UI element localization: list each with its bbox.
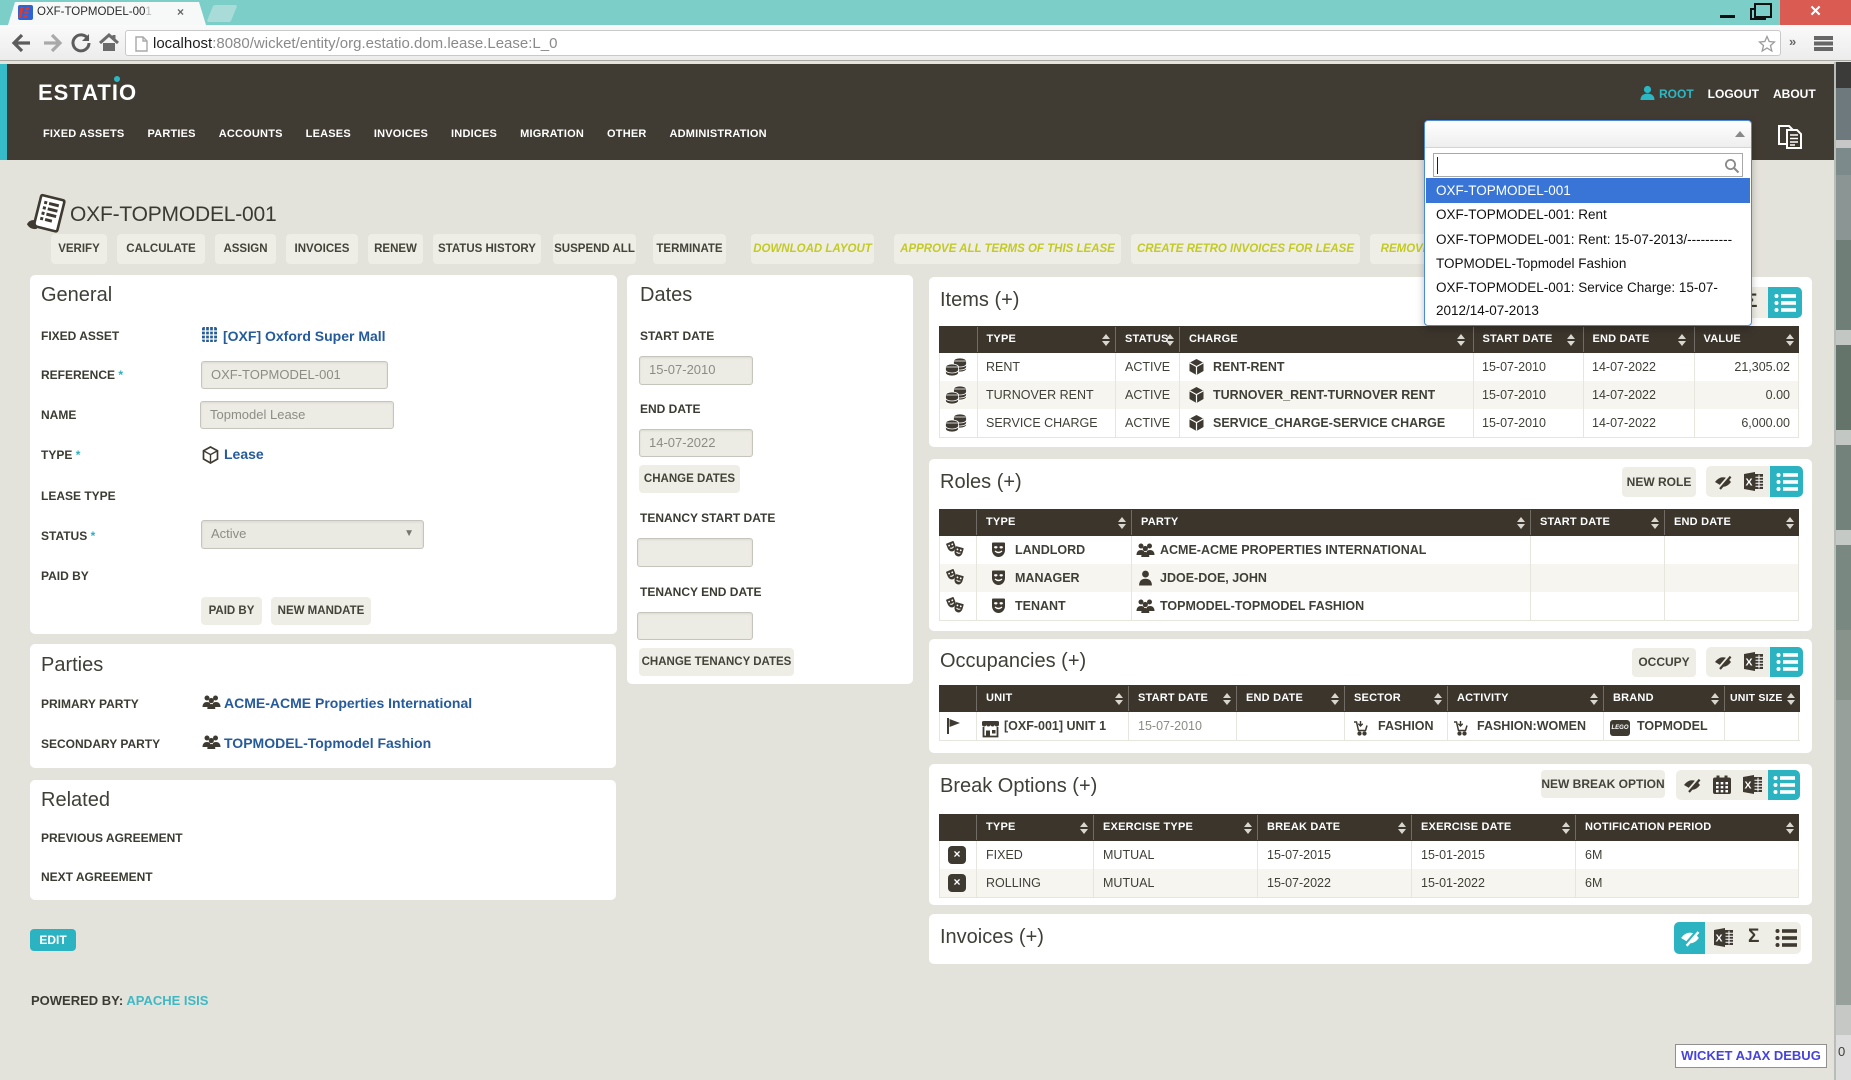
svg-text:X: X <box>1746 657 1753 669</box>
svg-text:X: X <box>1745 780 1752 792</box>
svg-text:X: X <box>1716 933 1723 945</box>
svg-text:X: X <box>1746 477 1753 489</box>
